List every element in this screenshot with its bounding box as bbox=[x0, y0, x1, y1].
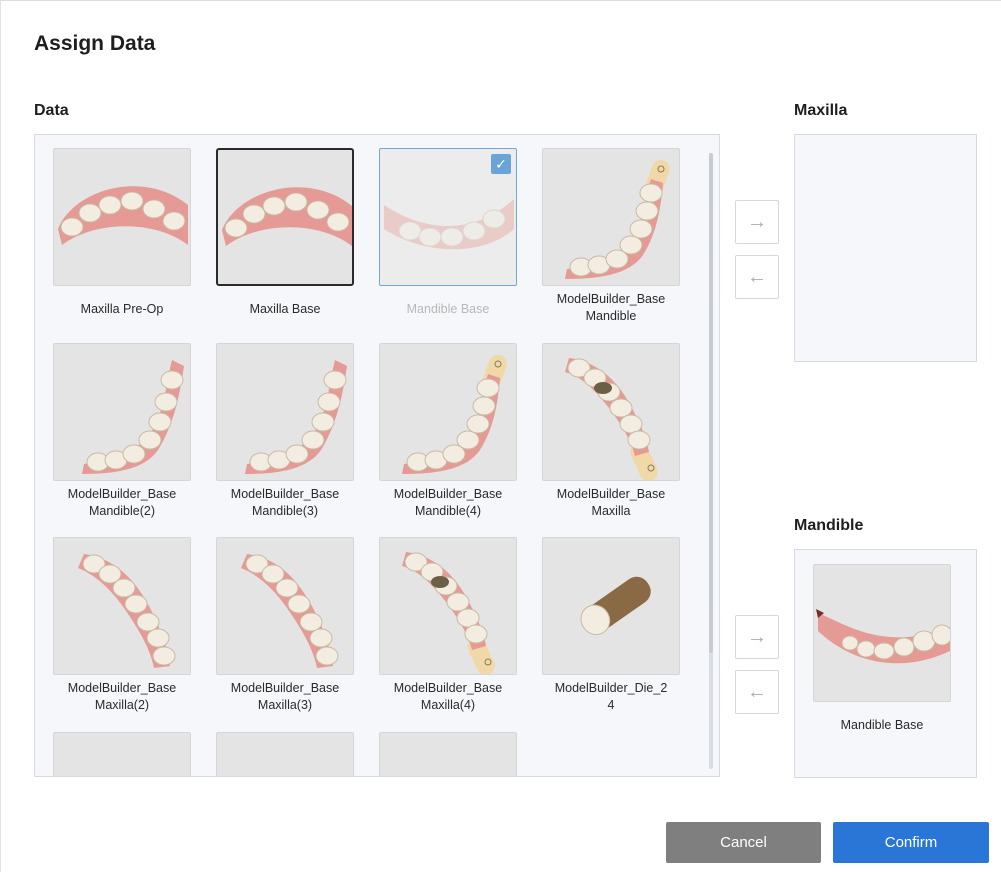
data-item[interactable]: ModelBuilder_Base Maxilla bbox=[542, 343, 680, 520]
data-item-label-line: Maxilla(3) bbox=[257, 698, 313, 712]
cancel-button[interactable]: Cancel bbox=[666, 822, 821, 863]
data-item-label-line: Mandible(2) bbox=[88, 504, 155, 518]
data-item-thumbnail bbox=[216, 343, 354, 481]
data-item[interactable] bbox=[216, 732, 354, 777]
data-item-label: ModelBuilder_Base Maxilla bbox=[542, 486, 680, 520]
assign-to-mandible-button[interactable]: → bbox=[735, 615, 779, 659]
data-item-thumbnail bbox=[379, 537, 517, 675]
dental-model-icon bbox=[380, 733, 517, 777]
data-item-thumbnail bbox=[379, 732, 517, 777]
dental-model-icon bbox=[565, 159, 670, 279]
data-item-label-line: Mandible bbox=[585, 309, 637, 323]
data-item[interactable]: ModelBuilder_Base Mandible bbox=[542, 148, 680, 325]
data-item-label: ModelBuilder_Base Maxilla(3) bbox=[216, 680, 354, 714]
data-item-label-line: Maxilla Pre-Op bbox=[80, 302, 164, 316]
data-item[interactable]: ModelBuilder_Base Maxilla(3) bbox=[216, 537, 354, 714]
data-item-label-line: Mandible Base bbox=[406, 302, 490, 316]
data-item-label: Maxilla Pre-Op bbox=[53, 301, 191, 318]
data-item-label: ModelBuilder_Die_2 4 bbox=[542, 680, 680, 714]
dental-model-icon bbox=[222, 187, 352, 246]
data-item[interactable]: Maxilla Pre-Op bbox=[53, 148, 191, 318]
data-item-label-line: ModelBuilder_Base bbox=[393, 681, 503, 695]
data-item[interactable]: ModelBuilder_Base Maxilla(4) bbox=[379, 537, 517, 714]
data-item-thumbnail bbox=[53, 732, 191, 777]
maxilla-section-label: Maxilla bbox=[794, 102, 848, 119]
data-item[interactable]: ModelBuilder_Base Mandible(3) bbox=[216, 343, 354, 520]
maxilla-drop-box[interactable] bbox=[794, 134, 977, 362]
dental-model-icon bbox=[565, 358, 658, 480]
data-item[interactable]: ✓ Mandible Base bbox=[379, 148, 517, 318]
data-item-label-line: Mandible(3) bbox=[251, 504, 318, 518]
data-item-label: ModelBuilder_Base Maxilla(4) bbox=[379, 680, 517, 714]
assign-to-maxilla-button[interactable]: → bbox=[735, 200, 779, 244]
dental-model-icon bbox=[245, 360, 347, 474]
data-item-thumbnail bbox=[216, 148, 354, 286]
data-item-label-line: ModelBuilder_Base bbox=[556, 487, 666, 501]
data-item[interactable]: ModelBuilder_Base Mandible(2) bbox=[53, 343, 191, 520]
check-icon: ✓ bbox=[491, 154, 511, 174]
remove-from-maxilla-button[interactable]: ← bbox=[735, 255, 779, 299]
data-item-label-line: ModelBuilder_Base bbox=[67, 681, 177, 695]
dental-model-icon bbox=[402, 552, 495, 674]
assigned-mandible-item[interactable]: Mandible Base bbox=[813, 564, 951, 734]
data-item-label-line: ModelBuilder_Base bbox=[393, 487, 503, 501]
data-item-thumbnail: ✓ bbox=[379, 148, 517, 286]
dental-model-icon bbox=[580, 576, 651, 636]
remove-from-mandible-button[interactable]: ← bbox=[735, 670, 779, 714]
data-item-label-line: ModelBuilder_Base bbox=[67, 487, 177, 501]
data-item-label-line: Maxilla(2) bbox=[94, 698, 150, 712]
data-item-label-line: ModelBuilder_Base bbox=[556, 292, 666, 306]
data-item[interactable]: ModelBuilder_Die_2 4 bbox=[542, 537, 680, 714]
mandible-section-label: Mandible bbox=[794, 517, 864, 534]
dental-model-icon bbox=[58, 186, 188, 245]
data-item-label: ModelBuilder_Base Mandible bbox=[542, 291, 680, 325]
dental-model-icon bbox=[241, 554, 339, 668]
data-item-label-line: Maxilla Base bbox=[249, 302, 321, 316]
data-item-label: ModelBuilder_Base Mandible(2) bbox=[53, 486, 191, 520]
data-list-panel[interactable]: Maxilla Pre-Op Maxilla Base ✓ Mandible Ba… bbox=[34, 134, 720, 777]
data-item[interactable]: Maxilla Base bbox=[216, 148, 354, 318]
data-item-label-line: ModelBuilder_Base bbox=[230, 681, 340, 695]
confirm-button[interactable]: Confirm bbox=[833, 822, 989, 863]
data-item-label-line: ModelBuilder_Base bbox=[230, 487, 340, 501]
data-item-thumbnail bbox=[216, 537, 354, 675]
data-item[interactable] bbox=[53, 732, 191, 777]
assign-data-dialog: Assign Data Data Maxilla Mandible Maxill… bbox=[0, 0, 1001, 872]
data-item-label-line: Maxilla(4) bbox=[420, 698, 476, 712]
dental-model-icon bbox=[217, 733, 354, 777]
data-item-thumbnail bbox=[379, 343, 517, 481]
dental-model-icon bbox=[54, 733, 191, 777]
data-item-thumbnail bbox=[53, 148, 191, 286]
data-item-thumbnail bbox=[216, 732, 354, 777]
data-item[interactable] bbox=[379, 732, 517, 777]
data-item-thumbnail bbox=[542, 537, 680, 675]
data-item-thumbnail bbox=[542, 148, 680, 286]
data-item-label: ModelBuilder_Base Mandible(3) bbox=[216, 486, 354, 520]
data-item-label: Mandible Base bbox=[379, 301, 517, 318]
data-item-label-line: ModelBuilder_Die_2 bbox=[554, 681, 668, 695]
data-item-thumbnail bbox=[53, 537, 191, 675]
data-item-label: Maxilla Base bbox=[216, 301, 354, 318]
dental-model-icon bbox=[402, 354, 507, 474]
dental-model-icon bbox=[816, 609, 950, 664]
data-item-thumbnail bbox=[542, 343, 680, 481]
scrollbar[interactable] bbox=[709, 153, 713, 769]
mandible-drop-box[interactable]: Mandible Base bbox=[794, 549, 977, 778]
data-item[interactable]: ModelBuilder_Base Mandible(4) bbox=[379, 343, 517, 520]
data-item-label-line: Maxilla bbox=[591, 504, 631, 518]
data-item-label: ModelBuilder_Base Mandible(4) bbox=[379, 486, 517, 520]
scrollbar-thumb[interactable] bbox=[709, 153, 713, 653]
dental-model-icon bbox=[82, 360, 184, 474]
dialog-title: Assign Data bbox=[34, 32, 156, 55]
data-item-label-line: 4 bbox=[607, 698, 615, 712]
data-item-label: ModelBuilder_Base Maxilla(2) bbox=[53, 680, 191, 714]
data-item-thumbnail bbox=[53, 343, 191, 481]
dental-model-icon bbox=[78, 554, 176, 668]
assigned-mandible-label: Mandible Base bbox=[840, 718, 924, 732]
data-section-label: Data bbox=[34, 102, 69, 119]
assigned-mandible-thumbnail bbox=[813, 564, 951, 702]
data-item-label-line: Mandible(4) bbox=[414, 504, 481, 518]
data-item[interactable]: ModelBuilder_Base Maxilla(2) bbox=[53, 537, 191, 714]
